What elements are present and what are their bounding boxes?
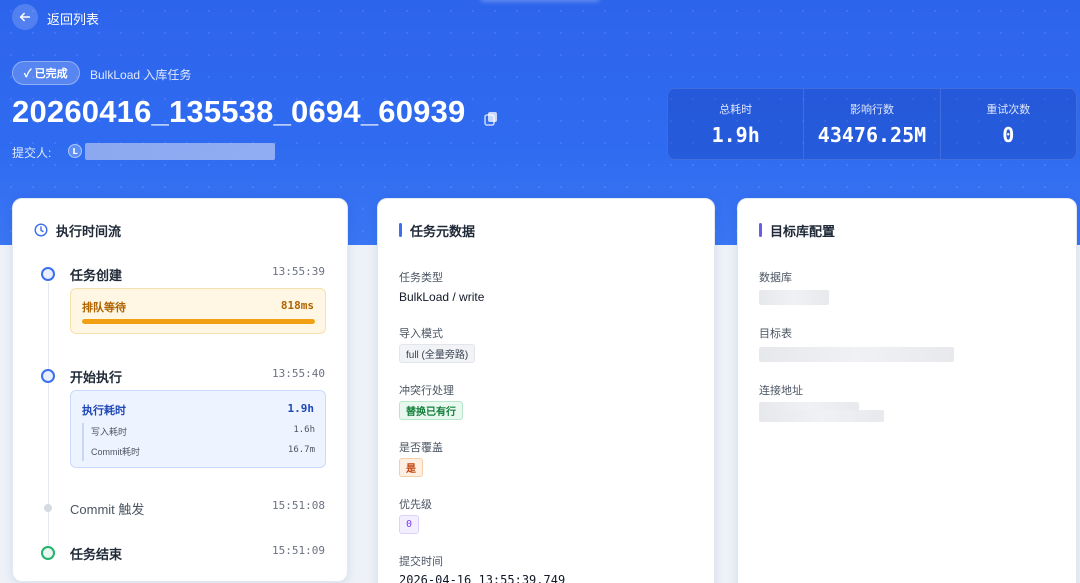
database-label: 数据库 (759, 272, 792, 284)
event-title: Commit 触发 (70, 502, 145, 517)
import-mode-tag: full (全量旁路) (399, 344, 476, 363)
breakdown-row-write: 写入耗时 1.6h (91, 423, 315, 443)
queue-value: 818ms (280, 299, 314, 312)
back-button[interactable] (12, 4, 38, 30)
metadata-card: 任务元数据 任务类型 BulkLoad / write 导入模式 full (全… (377, 198, 715, 583)
stat-label: 总耗时 (719, 104, 753, 116)
timeline-dot (41, 546, 55, 560)
breakdown-row-commit: Commit耗时 16.7m (91, 443, 315, 463)
back-link[interactable]: 返回列表 (47, 9, 99, 28)
task-type-label: 任务类型 (399, 272, 443, 284)
queue-label: 排队等待 (82, 302, 126, 314)
event-time: 15:51:09 (272, 544, 325, 557)
address-value-redacted-2 (759, 410, 884, 422)
arrow-left-icon (19, 12, 31, 22)
priority-tag: 0 (399, 515, 420, 534)
address-label: 连接地址 (759, 385, 803, 397)
task-type-value: BulkLoad / write (399, 290, 485, 304)
timeline-dot (41, 369, 55, 383)
event-title: 任务创建 (70, 268, 123, 283)
stat-retry-count: 重试次数 0 (941, 89, 1076, 159)
submitter-label: 提交人: (12, 146, 52, 160)
timeline-line (48, 283, 49, 553)
task-type-label: BulkLoad 入库任务 (90, 68, 192, 82)
metadata-title: 任务元数据 (410, 224, 476, 239)
page-title: 20260416_135538_0694_60939 (12, 94, 466, 129)
table-value-redacted (759, 347, 954, 362)
conflict-tag: 替换已有行 (399, 401, 463, 420)
status-badge: ✓ 已完成 (12, 61, 80, 85)
queue-wait-box: 排队等待 818ms (70, 288, 326, 334)
event-title: 任务结束 (70, 547, 123, 562)
exec-breakdown: 写入耗时 1.6h Commit耗时 16.7m (82, 423, 315, 461)
stat-value: 43476.25M (817, 123, 927, 147)
top-indicator (480, 0, 600, 2)
timeline-dot (41, 267, 55, 281)
event-time: 13:55:40 (272, 367, 325, 380)
stat-value: 0 (1002, 123, 1015, 147)
overwrite-label: 是否覆盖 (399, 442, 443, 454)
timeline-title: 执行时间流 (56, 224, 122, 239)
table-label: 目标表 (759, 328, 792, 340)
stat-affected-rows: 影响行数 43476.25M (804, 89, 941, 159)
submit-time-label: 提交时间 (399, 556, 443, 568)
event-title: 开始执行 (70, 370, 123, 385)
stat-value: 1.9h (711, 123, 760, 147)
avatar: L (68, 144, 82, 158)
stat-total-duration: 总耗时 1.9h (668, 89, 805, 159)
target-title: 目标库配置 (770, 224, 836, 239)
queue-progress-bar (82, 319, 315, 324)
stat-label: 影响行数 (849, 104, 894, 116)
timeline-card: 执行时间流 任务创建 13:55:39 排队等待 818ms 开始执行 13:5… (12, 198, 348, 582)
exec-value: 1.9h (287, 402, 315, 415)
breakdown-value: 1.6h (293, 425, 315, 435)
copy-icon[interactable] (482, 110, 500, 128)
exec-label: 执行耗时 (82, 405, 126, 417)
database-value-redacted (759, 290, 829, 305)
target-config-card: 目标库配置 数据库 目标表 连接地址 (737, 198, 1077, 583)
breakdown-label: Commit耗时 (91, 447, 140, 457)
queue-progress-fill (82, 319, 315, 324)
submitter-name-redacted (85, 143, 275, 160)
timeline-dot (44, 504, 52, 512)
overwrite-tag: 是 (399, 458, 423, 477)
event-time: 13:55:39 (272, 265, 325, 278)
import-mode-label: 导入模式 (399, 328, 443, 340)
title-accent (759, 223, 762, 237)
clock-icon (34, 223, 48, 237)
conflict-label: 冲突行处理 (399, 385, 454, 397)
breakdown-value: 16.7m (287, 445, 315, 455)
stats-panel: 总耗时 1.9h 影响行数 43476.25M 重试次数 0 (667, 88, 1077, 160)
exec-duration-box: 执行耗时 1.9h 写入耗时 1.6h Commit耗时 16.7m (70, 390, 326, 468)
event-time: 15:51:08 (272, 499, 325, 512)
submit-time-value: 2026-04-16 13:55:39.749 (399, 573, 566, 583)
title-accent (399, 223, 402, 237)
priority-label: 优先级 (399, 499, 432, 511)
breakdown-label: 写入耗时 (91, 427, 128, 437)
stat-label: 重试次数 (986, 104, 1031, 116)
